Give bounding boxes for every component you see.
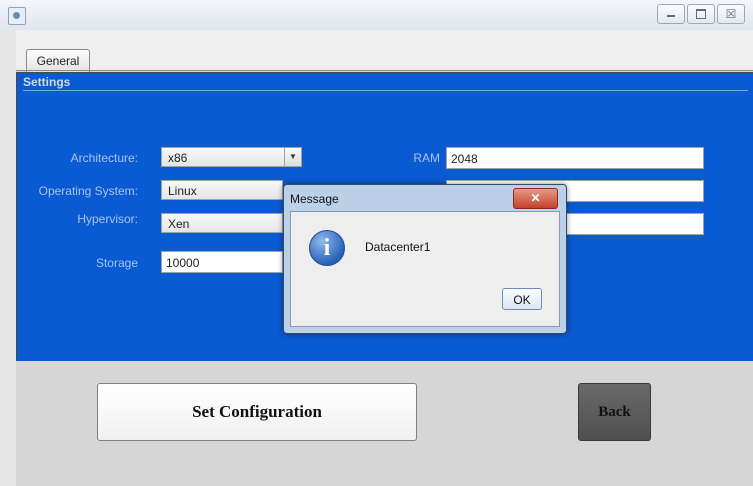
ok-button[interactable]: OK bbox=[502, 288, 542, 310]
hypervisor-select[interactable]: Xen bbox=[161, 213, 283, 233]
storage-input[interactable]: 10000 bbox=[161, 251, 283, 273]
ram-input[interactable]: 2048 bbox=[446, 147, 704, 169]
tab-divider bbox=[16, 70, 753, 71]
window-titlebar: ☒ bbox=[0, 0, 753, 31]
info-icon: i bbox=[309, 230, 345, 266]
hypervisor-value: Xen bbox=[168, 217, 190, 231]
chevron-down-icon[interactable]: ▼ bbox=[284, 148, 301, 166]
maximize-button[interactable] bbox=[687, 4, 715, 24]
ram-label: RAM bbox=[413, 151, 440, 165]
hypervisor-label: Hypervisor: bbox=[77, 212, 138, 226]
close-button[interactable]: ☒ bbox=[717, 4, 745, 24]
settings-title: Settings bbox=[23, 75, 71, 89]
architecture-label: Architecture: bbox=[70, 151, 138, 165]
back-button[interactable]: Back bbox=[578, 383, 651, 441]
architecture-select[interactable]: x86 ▼ bbox=[161, 147, 302, 167]
tab-general[interactable]: General bbox=[26, 49, 90, 72]
storage-label: Storage bbox=[95, 256, 138, 270]
window-controls: ☒ bbox=[657, 4, 745, 24]
operating-system-value: Linux bbox=[168, 184, 197, 198]
dialog-title: Message bbox=[290, 192, 339, 206]
dialog-body: i Datacenter1 OK bbox=[290, 211, 560, 327]
settings-divider bbox=[23, 90, 748, 91]
set-configuration-button[interactable]: Set Configuration bbox=[97, 383, 417, 441]
architecture-value: x86 bbox=[168, 151, 188, 165]
message-dialog: Message ✕ i Datacenter1 OK bbox=[283, 184, 567, 334]
operating-system-label: Operating System: bbox=[38, 184, 138, 198]
dialog-close-button[interactable]: ✕ bbox=[513, 188, 558, 209]
window-left-edge bbox=[0, 30, 16, 486]
minimize-button[interactable] bbox=[657, 4, 685, 24]
dialog-message: Datacenter1 bbox=[365, 240, 431, 254]
operating-system-select[interactable]: Linux bbox=[161, 180, 283, 200]
java-app-icon bbox=[8, 7, 26, 25]
tab-strip: General bbox=[16, 30, 753, 72]
